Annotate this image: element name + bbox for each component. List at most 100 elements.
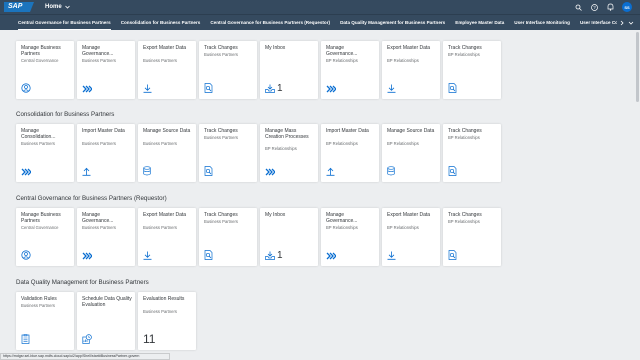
fast-forward-icon (82, 80, 93, 98)
tile-manage-source-data[interactable]: Manage Source Data BP Relationships (382, 124, 440, 182)
tile-subtitle: BP Relationships (387, 140, 419, 146)
tile-count: 1 (277, 83, 283, 94)
tile-manage-governance[interactable]: Manage Governance... BP Relationships (321, 41, 379, 99)
tile-subtitle: BP Relationships (448, 51, 480, 57)
tile-subtitle: BP Relationships (387, 224, 419, 230)
tile-subtitle: Business Partners (82, 57, 116, 63)
upload-icon (326, 163, 335, 181)
tile-title: Export Master Data (387, 45, 431, 51)
inbox-icon (265, 80, 275, 98)
search-document-icon (204, 80, 213, 98)
tile-subtitle: Central Governance (21, 57, 59, 63)
tab-ui-monitoring[interactable]: User Interface Monitoring (514, 15, 570, 30)
tile-track-changes[interactable]: Track Changes Business Partners (199, 208, 257, 266)
upload-icon (82, 163, 91, 181)
scrollbar[interactable] (636, 32, 639, 102)
tile-track-changes[interactable]: Track Changes Business Partners (199, 41, 257, 99)
tile-subtitle: Business Partners (143, 140, 177, 146)
home-label: Home (45, 4, 62, 10)
tile-title: My Inbox (265, 45, 286, 51)
tile-subtitle: BP Relationships (387, 57, 419, 63)
tile-my-inbox[interactable]: My Inbox 1 (260, 208, 318, 266)
tile-subtitle: BP Relationships (448, 218, 480, 224)
tile-title: Manage Mass Creation Processes (265, 128, 309, 140)
tile-evaluation-results[interactable]: Evaluation Results Business Partners 11 (138, 292, 196, 350)
tile-manage-governance[interactable]: Manage Governance... Business Partners (77, 41, 135, 99)
tile-export-master-data[interactable]: Export Master Data Business Partners (138, 41, 196, 99)
chevron-down-icon[interactable] (628, 21, 634, 25)
tile-my-inbox[interactable]: My Inbox 1 (260, 41, 318, 99)
tile-subtitle: Business Partners (204, 51, 238, 57)
tile-subtitle: Business Partners (204, 218, 238, 224)
tile-title: My Inbox (265, 212, 286, 218)
download-icon (143, 247, 152, 265)
tile-title: Import Master Data (326, 128, 369, 134)
tile-manage-source-data[interactable]: Manage Source Data Business Partners (138, 124, 196, 182)
tile-subtitle: Business Partners (82, 224, 116, 230)
fast-forward-icon (265, 163, 276, 181)
tab-employee-master-data[interactable]: Employee Master Data (455, 15, 504, 30)
tile-subtitle: Business Partners (21, 302, 55, 308)
tile-title: Manage Governance... (82, 212, 114, 224)
tile-track-changes[interactable]: Track Changes Business Partners (199, 124, 257, 182)
notifications-icon[interactable] (606, 3, 614, 11)
fast-forward-icon (326, 80, 337, 98)
home-menu-button[interactable]: Home (45, 4, 70, 10)
tile-import-master-data[interactable]: Import Master Data Business Partners (77, 124, 135, 182)
section-title: Central Governance for Business Partners… (16, 195, 167, 202)
tab-central-governance-requestor[interactable]: Central Governance for Business Partners… (210, 15, 330, 30)
tab-data-quality[interactable]: Data Quality Management for Business Par… (340, 15, 445, 30)
tile-manage-governance[interactable]: Manage Governance... BP Relationships (321, 208, 379, 266)
tile-title: Manage Source Data (387, 128, 435, 134)
avatar[interactable]: SS (622, 2, 632, 12)
tile-title: Manage Governance... (82, 45, 114, 57)
tile-subtitle: Business Partners (143, 308, 177, 314)
help-icon[interactable]: ? (590, 3, 598, 11)
tab-central-governance[interactable]: Central Governance for Business Partners (18, 15, 111, 30)
tile-import-master-data[interactable]: Import Master Data BP Relationships (321, 124, 379, 182)
tile-title: Manage Consolidation... (21, 128, 56, 140)
tile-title: Manage Business Partners (21, 212, 61, 224)
tile-schedule-data-quality-evaluation[interactable]: Schedule Data Quality Evaluation (77, 292, 135, 350)
tile-title: Export Master Data (143, 212, 187, 218)
tile-subtitle: Business Partners (204, 134, 238, 140)
tile-subtitle: Central Governance (21, 224, 59, 230)
tile-manage-consolidation[interactable]: Manage Consolidation... Business Partners (16, 124, 74, 182)
anchor-navigation-bar: Central Governance for Business Partners… (0, 14, 640, 30)
tile-manage-mass-creation-processes[interactable]: Manage Mass Creation Processes BP Relatio… (260, 124, 318, 182)
tile-title: Manage Governance... (326, 45, 358, 57)
tile-title: Manage Source Data (143, 128, 191, 134)
sap-logo[interactable]: SAP (4, 2, 34, 12)
database-icon (143, 163, 151, 181)
chevron-down-icon (64, 5, 70, 9)
download-icon (143, 80, 152, 98)
checklist-icon (21, 331, 30, 349)
tile-title: Manage Business Partners (21, 45, 61, 57)
tile-count: 1 (277, 250, 283, 261)
tile-export-master-data[interactable]: Export Master Data BP Relationships (382, 208, 440, 266)
tile-manage-business-partners[interactable]: Manage Business Partners Central Governan… (16, 208, 74, 266)
search-document-icon (448, 80, 457, 98)
inbox-icon (265, 247, 275, 265)
tile-manage-business-partners[interactable]: Manage Business Partners Central Governan… (16, 41, 74, 99)
tile-title: Export Master Data (143, 45, 187, 51)
chevron-right-icon[interactable] (620, 20, 624, 26)
tile-export-master-data[interactable]: Export Master Data Business Partners (138, 208, 196, 266)
tile-subtitle: Business Partners (82, 140, 116, 146)
schedule-icon (82, 331, 92, 349)
tile-title: Import Master Data (82, 128, 125, 134)
tile-export-master-data[interactable]: Export Master Data BP Relationships (382, 41, 440, 99)
tile-track-changes[interactable]: Track Changes BP Relationships (443, 41, 501, 99)
tab-consolidation[interactable]: Consolidation for Business Partners (121, 15, 201, 30)
tile-track-changes[interactable]: Track Changes BP Relationships (443, 208, 501, 266)
tile-track-changes[interactable]: Track Changes BP Relationships (443, 124, 501, 182)
tile-validation-rules[interactable]: Validation Rules Business Partners (16, 292, 74, 350)
tile-subtitle: Business Partners (143, 57, 177, 63)
tile-manage-governance[interactable]: Manage Governance... Business Partners (77, 208, 135, 266)
download-icon (387, 247, 396, 265)
fast-forward-icon (326, 247, 337, 265)
search-icon[interactable] (574, 3, 582, 11)
tile-subtitle: BP Relationships (326, 140, 358, 146)
tile-title: Evaluation Results (143, 296, 185, 302)
section-title: Consolidation for Business Partners (16, 111, 115, 118)
